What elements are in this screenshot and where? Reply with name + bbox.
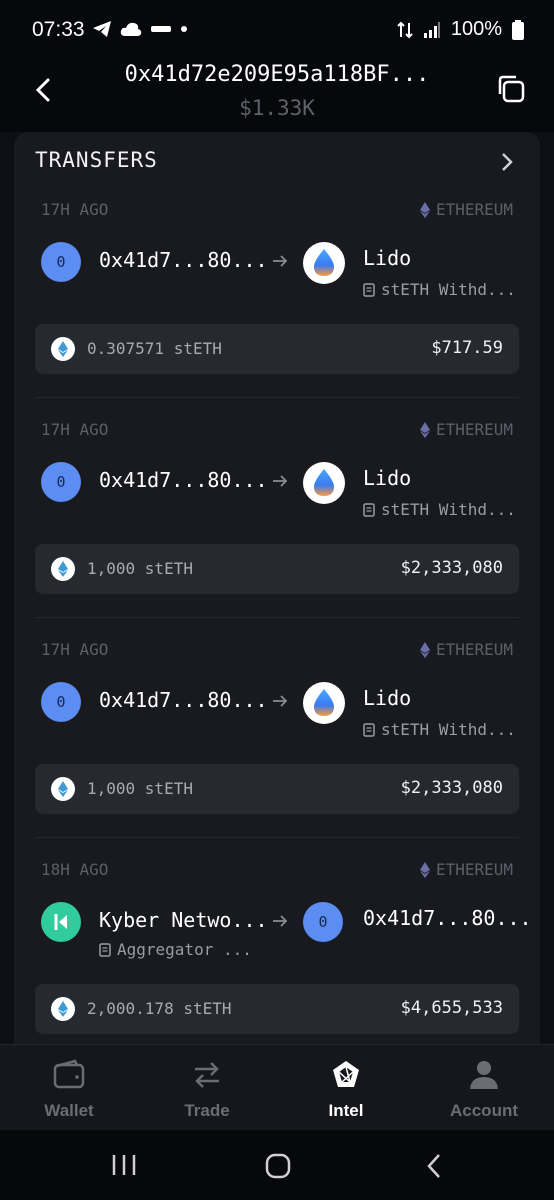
system-back-icon[interactable] [424, 1152, 444, 1180]
to-contract: stETH Withd... [363, 280, 516, 299]
to-entity[interactable]: Lido [363, 246, 411, 270]
wallet-balance: $1.33K [239, 96, 315, 120]
home-icon[interactable] [264, 1152, 292, 1180]
address-avatar: 0 [41, 682, 81, 722]
system-nav-bar [0, 1130, 554, 1200]
wallet-address-title: 0x41d72e209E95a118BF... [124, 62, 430, 87]
ethereum-icon [419, 641, 430, 658]
to-address[interactable]: 0x41d7...80... [363, 906, 532, 930]
token-amount: 2,000.178 stETH [87, 999, 232, 1018]
nav-wallet[interactable]: Wallet [0, 1045, 138, 1131]
to-contract: stETH Withd... [363, 720, 516, 739]
transfer-item[interactable]: 17H AGO ETHEREUM 0 0x41d7...80... Lido s… [35, 572, 519, 814]
transfer-route: Kyber Netwo... Aggregator ... 0 0x41d7..… [41, 902, 532, 966]
transfer-chain: ETHEREUM [419, 640, 513, 659]
from-address[interactable]: 0x41d7...80... [99, 468, 268, 492]
transfer-time: 18H AGO [41, 860, 109, 879]
signal-icon [423, 21, 440, 38]
to-contract-label: stETH Withd... [381, 280, 516, 299]
usd-value: $4,655,533 [400, 998, 503, 1018]
user-icon [470, 1061, 498, 1089]
from-address[interactable]: 0x41d7...80... [99, 688, 268, 712]
divider [35, 397, 519, 398]
from-contract: Aggregator ... [99, 940, 252, 959]
lido-icon [303, 242, 345, 284]
transfer-time: 17H AGO [41, 420, 109, 439]
dot-icon [181, 26, 187, 32]
wallet-icon [53, 1059, 85, 1089]
from-entity[interactable]: Kyber Netwo... [99, 908, 268, 932]
ethereum-icon [419, 861, 430, 878]
from-contract-label: Aggregator ... [117, 940, 252, 959]
transfer-item[interactable]: 18H AGO ETHEREUM Kyber Netwo... Aggregat… [35, 792, 532, 1034]
contract-icon [363, 282, 375, 297]
transfer-time: 17H AGO [41, 200, 109, 219]
data-transfer-icon [397, 21, 413, 38]
nav-trade[interactable]: Trade [138, 1045, 276, 1131]
to-contract-label: stETH Withd... [381, 500, 516, 519]
arrow-right-icon [273, 475, 288, 487]
transfer-chain: ETHEREUM [419, 200, 513, 219]
swap-arrows-icon [195, 1062, 219, 1088]
nav-intel[interactable]: Intel [277, 1045, 415, 1131]
arrow-right-icon [273, 255, 288, 267]
transfer-time: 17H AGO [41, 640, 109, 659]
steth-icon [51, 997, 75, 1021]
transfer-route: 0 0x41d7...80... Lido stETH Withd... [41, 682, 519, 746]
to-entity[interactable]: Lido [363, 686, 411, 710]
amount-box: 2,000.178 stETH $4,655,533 [35, 984, 519, 1034]
copy-icon[interactable] [496, 74, 526, 104]
transfers-panel: TRANSFERS 17H AGO ETHEREUM 0 0x41d7...80… [14, 132, 540, 1044]
to-entity[interactable]: Lido [363, 466, 411, 490]
address-avatar: 0 [303, 902, 343, 942]
transfer-route: 0 0x41d7...80... Lido stETH Withd... [41, 242, 519, 306]
divider [35, 837, 519, 838]
contract-icon [363, 722, 375, 737]
ethereum-icon [419, 201, 430, 218]
contract-icon [363, 502, 375, 517]
arrow-right-icon [273, 915, 288, 927]
to-contract-label: stETH Withd... [381, 720, 516, 739]
cloud-icon [120, 22, 142, 36]
chain-label: ETHEREUM [435, 860, 513, 879]
address-avatar: 0 [41, 462, 81, 502]
intel-logo-icon [333, 1061, 359, 1087]
battery-icon [512, 19, 524, 40]
address-avatar: 0 [41, 242, 81, 282]
transfer-chain: ETHEREUM [419, 420, 513, 439]
nav-trade-label: Trade [184, 1101, 230, 1120]
transfer-item[interactable]: 17H AGO ETHEREUM 0 0x41d7...80... Lido s… [35, 132, 519, 374]
chain-label: ETHEREUM [435, 640, 513, 659]
nav-wallet-label: Wallet [44, 1101, 94, 1120]
status-bar: 07:33 100% [0, 0, 554, 62]
telegram-icon [93, 21, 111, 37]
to-contract: stETH Withd... [363, 500, 516, 519]
notification-icons [92, 20, 188, 38]
app-badge-icon [151, 26, 171, 32]
nav-account[interactable]: Account [415, 1045, 553, 1131]
lido-icon [303, 682, 345, 724]
kyber-icon [41, 902, 81, 942]
transfer-chain: ETHEREUM [419, 860, 513, 879]
recent-apps-icon[interactable] [110, 1152, 138, 1178]
from-address[interactable]: 0x41d7...80... [99, 248, 268, 272]
battery-percent: 100% [450, 18, 502, 40]
ethereum-icon [419, 421, 430, 438]
lido-icon [303, 462, 345, 504]
chain-label: ETHEREUM [435, 200, 513, 219]
bottom-nav: Wallet Trade Intel Account [0, 1044, 554, 1130]
transfer-route: 0 0x41d7...80... Lido stETH Withd... [41, 462, 519, 526]
contract-icon [99, 942, 111, 957]
arrow-right-icon [273, 695, 288, 707]
header: 0x41d72e209E95a118BF... $1.33K [0, 62, 554, 132]
nav-intel-label: Intel [328, 1101, 364, 1120]
chain-label: ETHEREUM [435, 420, 513, 439]
transfer-item[interactable]: 17H AGO ETHEREUM 0 0x41d7...80... Lido s… [35, 352, 519, 594]
nav-account-label: Account [450, 1101, 518, 1120]
status-time: 07:33 [32, 18, 85, 41]
divider [35, 617, 519, 618]
status-right: 100% [397, 18, 524, 41]
